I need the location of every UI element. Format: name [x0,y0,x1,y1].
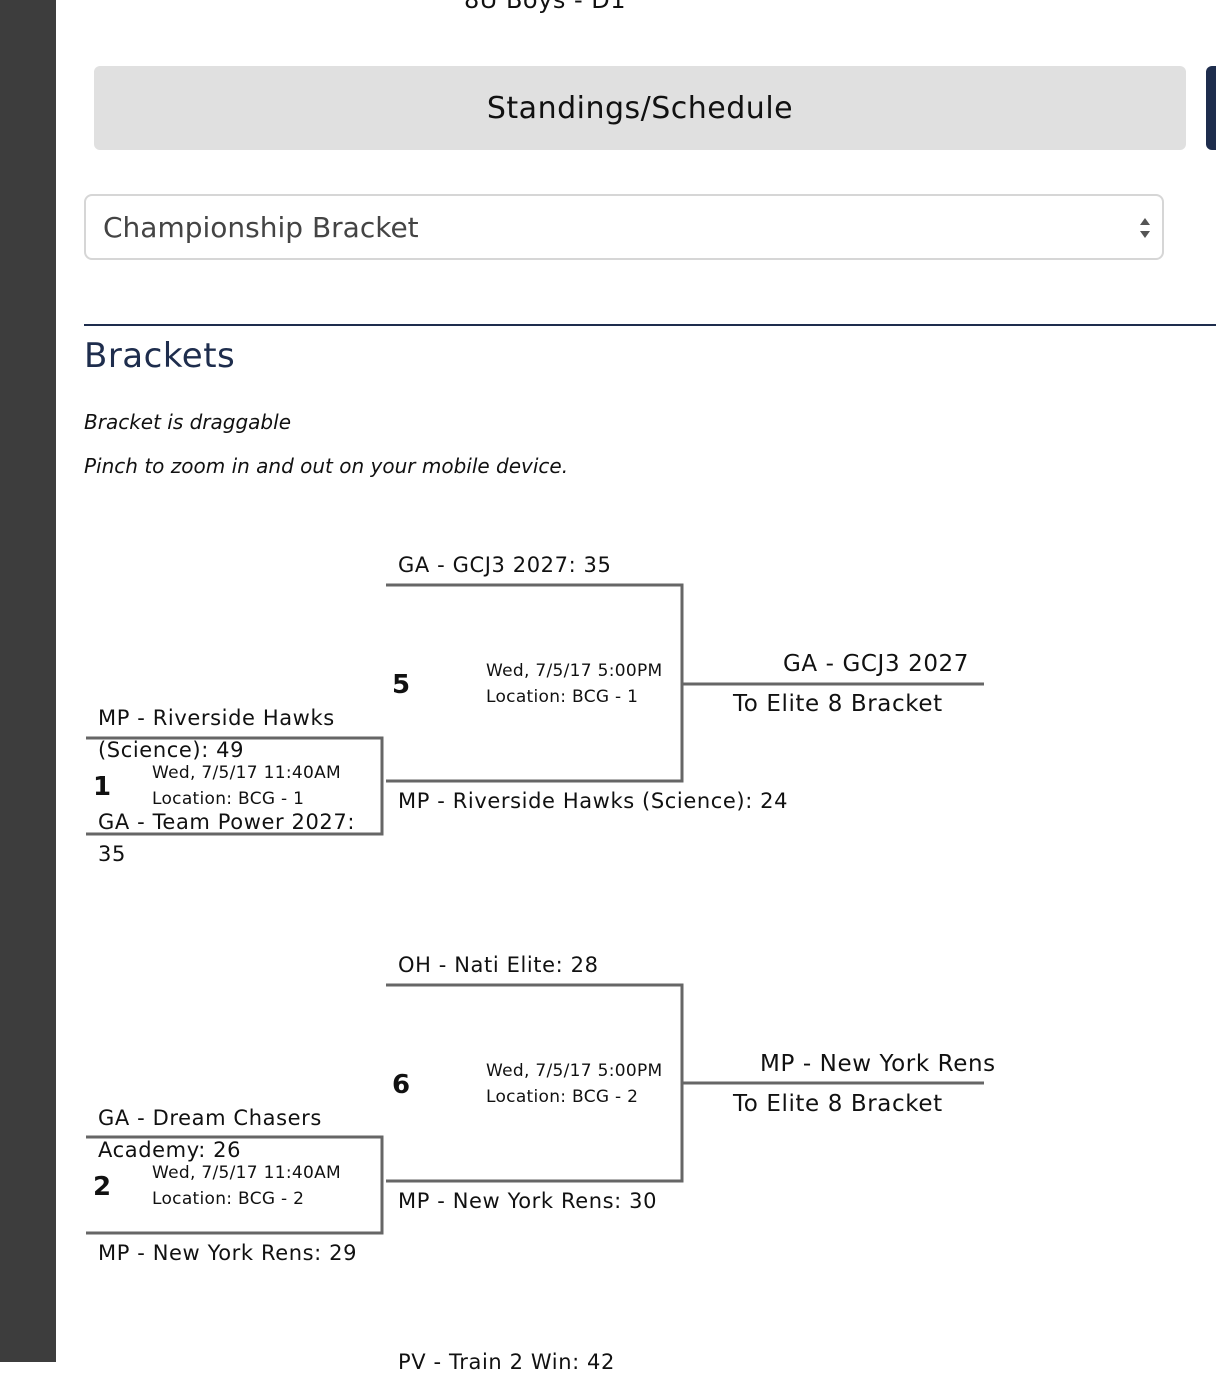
game5-team-top: GA - GCJ3 2027: 35 [398,553,612,577]
game6-location: Location: BCG - 2 [486,1087,639,1107]
game1-team-top: MP - Riverside Hawks (Science): 49 [98,706,335,762]
game1-date: Wed, 7/5/17 11:40AM [152,763,341,783]
game1-team-bottom: GA - Team Power 2027: 35 [98,810,356,866]
game5-winner: GA - GCJ3 2027 [783,651,970,677]
game5-seed: 5 [392,670,411,700]
game2-team-top: GA - Dream Chasers Academy: 26 [98,1106,322,1162]
game5-team-bottom: MP - Riverside Hawks (Science): 24 [398,789,789,813]
game5-date: Wed, 7/5/17 5:00PM [486,661,663,681]
game2-seed: 2 [93,1172,112,1202]
next-game-team-top: PV - Train 2 Win: 42 [398,1350,615,1374]
game6-team-top: OH - Nati Elite: 28 [398,953,599,977]
game6-team-bottom: MP - New York Rens: 30 [398,1189,658,1213]
game5-advance-link[interactable]: To Elite 8 Bracket [733,691,943,717]
game2-location: Location: BCG - 2 [152,1189,305,1209]
game6-seed: 6 [392,1070,411,1100]
game5-location: Location: BCG - 1 [486,687,639,707]
game2-date: Wed, 7/5/17 11:40AM [152,1163,341,1183]
game1-seed: 1 [93,772,112,802]
game2-team-bottom: MP - New York Rens: 29 [98,1241,358,1265]
game6-winner: MP - New York Rens [760,1051,996,1077]
game6-advance-link[interactable]: To Elite 8 Bracket [733,1091,943,1117]
game6-date: Wed, 7/5/17 5:00PM [486,1061,663,1081]
